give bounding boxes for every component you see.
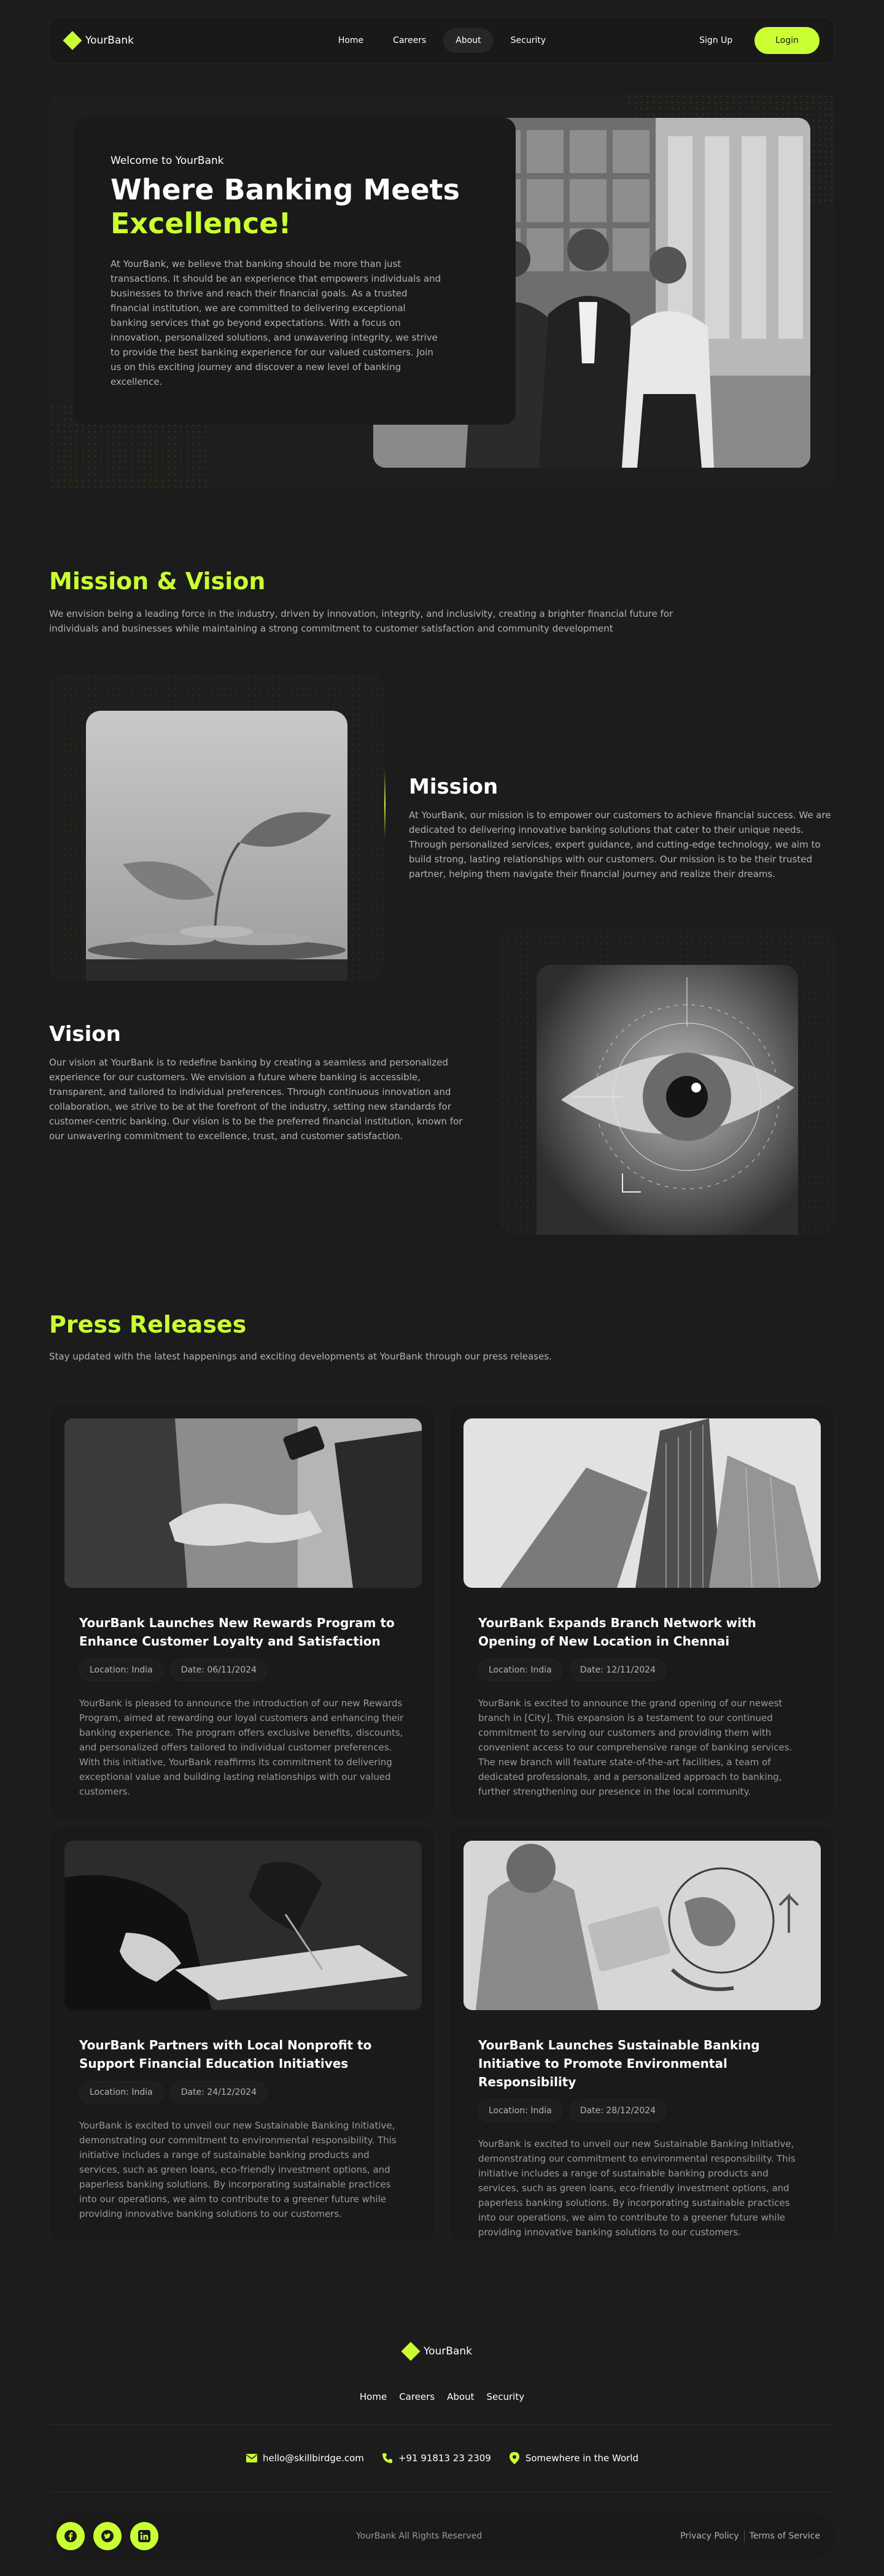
press-card[interactable]: YourBank Launches New Rewards Program to… [49, 1403, 436, 1820]
facebook-icon[interactable] [56, 2522, 85, 2550]
contact-address: Somewhere in the World [508, 2452, 638, 2464]
press-card-meta: Location: India Date: 12/11/2024 [478, 1659, 820, 1681]
social-links [56, 2522, 158, 2550]
legal-links: Privacy Policy Terms of Service [680, 2530, 828, 2542]
linkedin-icon[interactable] [130, 2522, 158, 2550]
footer-link-security[interactable]: Security [484, 2389, 527, 2405]
divider [49, 2492, 835, 2493]
mission-title: Mission [409, 775, 498, 799]
date-tag: Date: 12/11/2024 [569, 1659, 667, 1681]
hero-intro-card: Welcome to YourBank Where Banking Meets … [74, 118, 516, 425]
location-pin-icon [508, 2452, 521, 2464]
nav-security[interactable]: Security [498, 28, 559, 53]
press-description: Stay updated with the latest happenings … [49, 1351, 552, 1362]
date-tag: Date: 28/12/2024 [569, 2100, 667, 2122]
footer-link-about[interactable]: About [444, 2389, 476, 2405]
press-card-title[interactable]: YourBank Launches New Rewards Program to… [79, 1614, 411, 1650]
contact-phone[interactable]: +91 91813 23 2309 [381, 2452, 491, 2464]
footer-link-careers[interactable]: Careers [397, 2389, 437, 2405]
press-card[interactable]: YourBank Expands Branch Network with Ope… [448, 1403, 835, 1820]
mission-text: At YourBank, our mission is to empower o… [409, 810, 831, 880]
press-card-title[interactable]: YourBank Partners with Local Nonprofit t… [79, 2036, 411, 2073]
eco-tablet-photo [463, 1841, 821, 2010]
phone-text: +91 91813 23 2309 [398, 2453, 491, 2464]
nav-home[interactable]: Home [326, 28, 376, 53]
auth-actions: Sign Up Login [689, 27, 820, 54]
logo-icon [401, 2342, 421, 2361]
phone-icon [381, 2452, 394, 2464]
divider [743, 2530, 745, 2542]
press-card[interactable]: YourBank Launches Sustainable Banking In… [448, 1825, 835, 2243]
mail-icon [246, 2452, 258, 2464]
location-tag: Location: India [79, 1659, 163, 1681]
login-button[interactable]: Login [754, 27, 820, 54]
press-card[interactable]: YourBank Partners with Local Nonprofit t… [49, 1825, 436, 2243]
main-nav: Home Careers About Security [326, 28, 558, 53]
vision-title: Vision [49, 1022, 121, 1046]
brand-name: YourBank [85, 34, 134, 47]
nav-about[interactable]: About [443, 28, 494, 53]
press-card-text: YourBank is excited to announce the gran… [478, 1698, 793, 1797]
navbar: YourBank Home Careers About Security Sig… [49, 17, 835, 64]
date-tag: Date: 06/11/2024 [170, 1659, 268, 1681]
mission-plant-photo [86, 711, 347, 981]
brand-logo[interactable]: YourBank [63, 31, 134, 50]
vision-image-panel [500, 928, 835, 1235]
logo-icon [63, 31, 82, 50]
twitter-icon[interactable] [93, 2522, 122, 2550]
location-tag: Location: India [79, 2081, 163, 2103]
nav-careers[interactable]: Careers [381, 28, 438, 53]
hero-description: At YourBank, we believe that banking sho… [110, 258, 441, 388]
handshake-photo [64, 1418, 422, 1588]
signup-button[interactable]: Sign Up [689, 28, 742, 53]
brand-name: YourBank [424, 2345, 472, 2357]
press-card-meta: Location: India Date: 24/12/2024 [79, 2081, 421, 2103]
hero-section: Welcome to YourBank Where Banking Meets … [49, 93, 835, 490]
press-card-title[interactable]: YourBank Launches Sustainable Banking In… [478, 2036, 810, 2091]
location-tag: Location: India [478, 2100, 562, 2122]
skyscrapers-photo [463, 1418, 821, 1588]
copyright-text: YourBank All Rights Reserved [356, 2531, 483, 2541]
mission-vision-title: Mission & Vision [49, 568, 266, 595]
email-text: hello@skillbirdge.com [262, 2453, 364, 2464]
press-card-text: YourBank is pleased to announce the intr… [79, 1698, 404, 1797]
vision-eye-photo [537, 965, 798, 1235]
hero-title-highlight: Excellence! [110, 207, 292, 241]
hero-title: Where Banking Meets [110, 173, 460, 206]
press-card-text: YourBank is excited to unveil our new Su… [79, 2120, 397, 2219]
mission-vision-description: We envision being a leading force in the… [49, 608, 673, 634]
terms-of-service-link[interactable]: Terms of Service [750, 2531, 820, 2541]
privacy-policy-link[interactable]: Privacy Policy [680, 2531, 739, 2541]
footer-bottom-bar: YourBank All Rights Reserved Privacy Pol… [49, 2514, 835, 2558]
hero-welcome: Welcome to YourBank [110, 155, 224, 167]
press-card-text: YourBank is excited to unveil our new Su… [478, 2138, 796, 2238]
mission-image-panel [49, 674, 384, 981]
date-tag: Date: 24/12/2024 [170, 2081, 268, 2103]
address-text: Somewhere in the World [525, 2453, 639, 2464]
contact-email[interactable]: hello@skillbirdge.com [246, 2452, 364, 2464]
footer-link-home[interactable]: Home [357, 2389, 389, 2405]
press-card-title[interactable]: YourBank Expands Branch Network with Ope… [478, 1614, 810, 1650]
location-tag: Location: India [478, 1659, 562, 1681]
press-title: Press Releases [49, 1311, 247, 1338]
footer-brand-logo[interactable]: YourBank [401, 2342, 472, 2361]
divider [49, 2424, 835, 2425]
contact-info: hello@skillbirdge.com +91 91813 23 2309 … [0, 2452, 884, 2464]
press-card-meta: Location: India Date: 06/11/2024 [79, 1659, 421, 1681]
signing-document-photo [64, 1841, 422, 2010]
mission-accent-line [384, 770, 386, 838]
vision-text: Our vision at YourBank is to redefine ba… [49, 1057, 463, 1142]
footer-nav: Home Careers About Security [0, 2389, 884, 2405]
press-card-meta: Location: India Date: 28/12/2024 [478, 2100, 820, 2122]
